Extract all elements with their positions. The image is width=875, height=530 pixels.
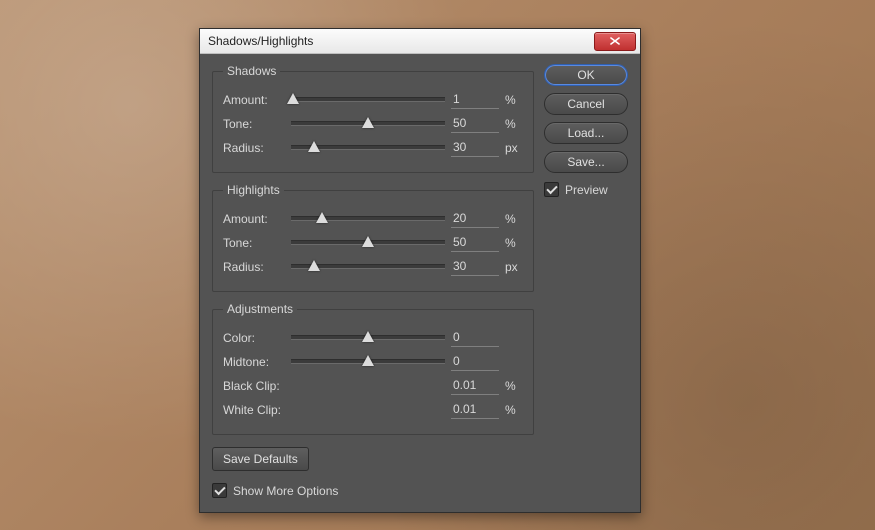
shadows-tone-row: Tone: 50 % — [223, 114, 523, 134]
close-icon — [610, 37, 620, 45]
adj-color-label: Color: — [223, 331, 285, 345]
checkbox-icon — [212, 483, 227, 498]
slider-thumb-icon[interactable] — [308, 260, 320, 271]
adj-color-row: Color: 0 — [223, 328, 523, 348]
adj-midtone-label: Midtone: — [223, 355, 285, 369]
highlights-group: Highlights Amount: 20 % Tone: — [212, 183, 534, 292]
shadows-tone-label: Tone: — [223, 117, 285, 131]
shadows-amount-slider[interactable] — [291, 91, 445, 109]
adj-blackclip-input[interactable]: 0.01 — [451, 378, 499, 395]
adj-whiteclip-row: White Clip: 0.01 % — [223, 400, 523, 420]
checkbox-icon — [544, 182, 559, 197]
adj-whiteclip-input[interactable]: 0.01 — [451, 402, 499, 419]
slider-thumb-icon[interactable] — [362, 117, 374, 128]
highlights-tone-input[interactable]: 50 — [451, 235, 499, 252]
highlights-radius-input[interactable]: 30 — [451, 259, 499, 276]
titlebar[interactable]: Shadows/Highlights — [200, 29, 640, 54]
slider-thumb-icon[interactable] — [316, 212, 328, 223]
unit-label: px — [499, 141, 523, 155]
highlights-tone-row: Tone: 50 % — [223, 233, 523, 253]
highlights-radius-row: Radius: 30 px — [223, 257, 523, 277]
unit-label: % — [499, 212, 523, 226]
shadows-highlights-dialog: Shadows/Highlights Shadows Amount: 1 % — [199, 28, 641, 513]
preview-label: Preview — [565, 183, 608, 197]
cancel-button[interactable]: Cancel — [544, 93, 628, 115]
save-button[interactable]: Save... — [544, 151, 628, 173]
adj-blackclip-row: Black Clip: 0.01 % — [223, 376, 523, 396]
show-more-options-label: Show More Options — [233, 484, 338, 498]
adj-blackclip-label: Black Clip: — [223, 379, 451, 393]
highlights-amount-input[interactable]: 20 — [451, 211, 499, 228]
adj-whiteclip-label: White Clip: — [223, 403, 451, 417]
ok-button[interactable]: OK — [544, 64, 628, 86]
unit-label: px — [499, 260, 523, 274]
adj-color-slider[interactable] — [291, 329, 445, 347]
slider-thumb-icon[interactable] — [362, 236, 374, 247]
unit-label: % — [499, 117, 523, 131]
unit-label: % — [499, 379, 523, 393]
slider-thumb-icon[interactable] — [308, 141, 320, 152]
slider-thumb-icon[interactable] — [362, 331, 374, 342]
unit-label: % — [499, 236, 523, 250]
unit-label: % — [499, 403, 523, 417]
shadows-tone-input[interactable]: 50 — [451, 116, 499, 133]
shadows-amount-label: Amount: — [223, 93, 285, 107]
shadows-amount-row: Amount: 1 % — [223, 90, 523, 110]
load-button[interactable]: Load... — [544, 122, 628, 144]
shadows-radius-slider[interactable] — [291, 139, 445, 157]
close-button[interactable] — [594, 32, 636, 51]
shadows-radius-row: Radius: 30 px — [223, 138, 523, 158]
highlights-amount-row: Amount: 20 % — [223, 209, 523, 229]
window-title: Shadows/Highlights — [208, 34, 594, 48]
highlights-amount-slider[interactable] — [291, 210, 445, 228]
shadows-tone-slider[interactable] — [291, 115, 445, 133]
shadows-radius-input[interactable]: 30 — [451, 140, 499, 157]
shadows-legend: Shadows — [223, 64, 280, 78]
adj-color-input[interactable]: 0 — [451, 330, 499, 347]
adj-midtone-slider[interactable] — [291, 353, 445, 371]
preview-checkbox[interactable]: Preview — [544, 182, 628, 197]
save-defaults-button[interactable]: Save Defaults — [212, 447, 309, 471]
highlights-tone-label: Tone: — [223, 236, 285, 250]
shadows-radius-label: Radius: — [223, 141, 285, 155]
adjustments-group: Adjustments Color: 0 Midtone: — [212, 302, 534, 435]
highlights-amount-label: Amount: — [223, 212, 285, 226]
adj-midtone-input[interactable]: 0 — [451, 354, 499, 371]
show-more-options-checkbox[interactable]: Show More Options — [212, 483, 534, 498]
highlights-tone-slider[interactable] — [291, 234, 445, 252]
adj-midtone-row: Midtone: 0 — [223, 352, 523, 372]
adjustments-legend: Adjustments — [223, 302, 297, 316]
slider-thumb-icon[interactable] — [362, 355, 374, 366]
shadows-group: Shadows Amount: 1 % Tone: — [212, 64, 534, 173]
shadows-amount-input[interactable]: 1 — [451, 92, 499, 109]
unit-label: % — [499, 93, 523, 107]
highlights-radius-slider[interactable] — [291, 258, 445, 276]
highlights-legend: Highlights — [223, 183, 284, 197]
slider-thumb-icon[interactable] — [287, 93, 299, 104]
highlights-radius-label: Radius: — [223, 260, 285, 274]
